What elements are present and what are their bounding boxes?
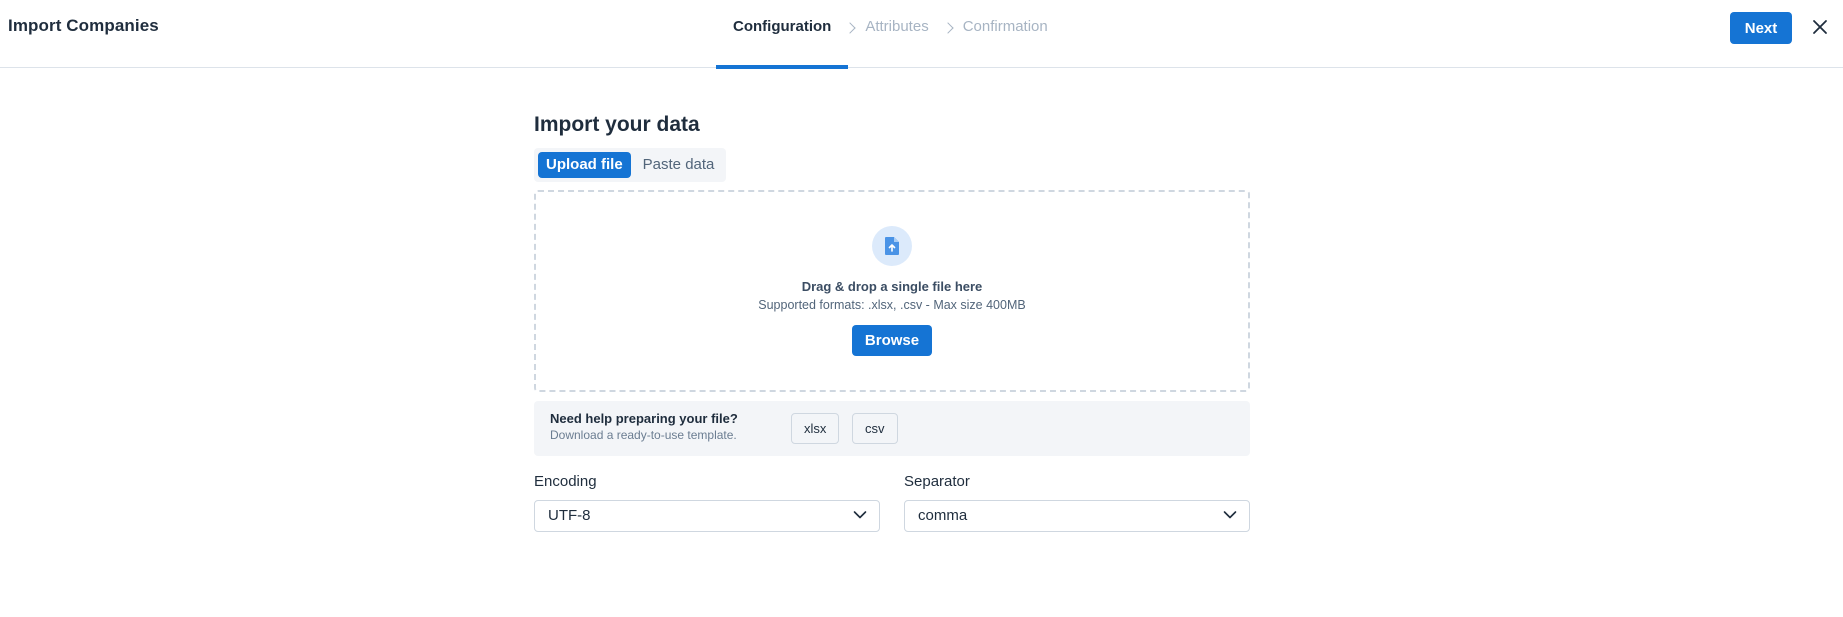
template-help-box: Need help preparing your file? Download … xyxy=(534,401,1250,456)
file-upload-icon xyxy=(872,226,912,266)
import-main-panel: Import your data Upload file Paste data … xyxy=(534,110,1250,532)
encoding-label: Encoding xyxy=(534,473,597,490)
close-button[interactable] xyxy=(1810,17,1830,37)
chevron-down-icon xyxy=(1223,511,1237,519)
file-dropzone[interactable]: Drag & drop a single file here Supported… xyxy=(534,190,1250,392)
separator-label: Separator xyxy=(904,473,970,490)
separator-field: Separator comma xyxy=(904,472,1250,532)
header-bar: Import Companies Configuration Attribute… xyxy=(0,0,1843,69)
tab-upload-file[interactable]: Upload file xyxy=(538,152,631,178)
separator-select[interactable]: comma xyxy=(904,500,1250,532)
import-settings: Encoding UTF-8 Separator comma xyxy=(534,472,1250,532)
close-icon xyxy=(1813,20,1827,34)
source-tabs: Upload file Paste data xyxy=(534,148,727,182)
page-header-title: Import Companies xyxy=(8,16,159,35)
step-confirmation[interactable]: Confirmation xyxy=(946,0,1065,68)
import-stepper: Configuration Attributes Confirmation xyxy=(716,0,1065,69)
dropzone-title: Drag & drop a single file here xyxy=(801,279,983,294)
help-title: Need help preparing your file? xyxy=(550,411,738,426)
encoding-field: Encoding UTF-8 xyxy=(534,472,880,532)
encoding-value: UTF-8 xyxy=(548,507,591,524)
help-subtitle: Download a ready-to-use template. xyxy=(550,428,737,442)
encoding-select[interactable]: UTF-8 xyxy=(534,500,880,532)
browse-button[interactable]: Browse xyxy=(852,325,932,356)
page-title: Import your data xyxy=(534,113,700,136)
step-configuration[interactable]: Configuration xyxy=(716,0,849,69)
download-xlsx-template-button[interactable]: xlsx xyxy=(791,413,840,444)
step-attributes[interactable]: Attributes xyxy=(848,0,945,68)
chevron-down-icon xyxy=(853,511,867,519)
download-csv-template-button[interactable]: csv xyxy=(852,413,898,444)
separator-value: comma xyxy=(918,507,968,524)
tab-paste-data[interactable]: Paste data xyxy=(635,152,723,178)
next-button[interactable]: Next xyxy=(1730,12,1792,44)
dropzone-formats: Supported formats: .xlsx, .csv - Max siz… xyxy=(758,298,1026,312)
